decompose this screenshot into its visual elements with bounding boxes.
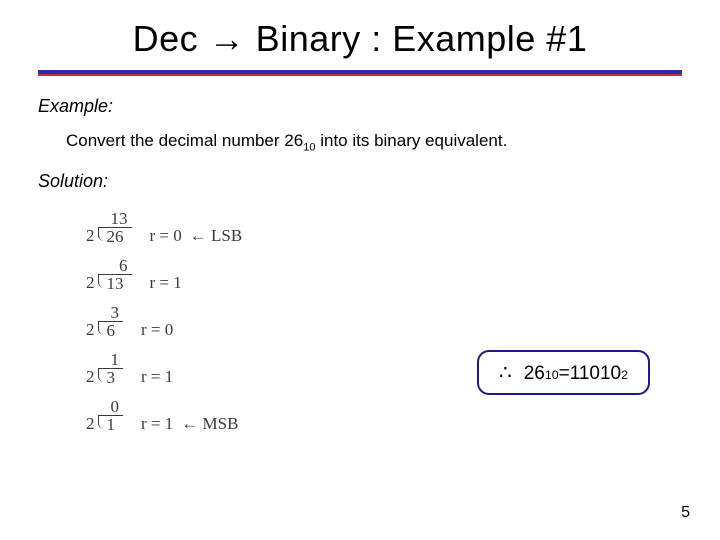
page-title: Dec → Binary : Example #1 xyxy=(38,18,682,60)
answer-box: ∴ 2610 = 110102 xyxy=(477,350,650,395)
quotient: 3 xyxy=(111,304,120,321)
prompt-post: into its binary equivalent. xyxy=(315,131,507,150)
lsb-note: ← LSB xyxy=(190,227,242,244)
title-rule xyxy=(38,70,682,76)
remainder: r = 1 xyxy=(150,274,182,291)
division-box: 3 6 xyxy=(101,322,122,339)
prompt-sub: 10 xyxy=(303,141,315,153)
divisor: 2 xyxy=(86,274,95,291)
remainder: r = 0 xyxy=(150,227,182,244)
solution-label: Solution: xyxy=(38,171,682,192)
division-bar xyxy=(98,415,124,429)
answer-lhs-sub: 10 xyxy=(545,368,559,382)
remainder: r = 1 xyxy=(141,368,173,385)
division-bar xyxy=(98,321,124,335)
remainder: r = 0 xyxy=(141,321,173,338)
quotient: 6 xyxy=(119,257,128,274)
answer-eq: = xyxy=(559,363,570,385)
division-box: 0 1 xyxy=(101,416,122,433)
answer-rhs: 11010 xyxy=(570,363,621,385)
quotient: 1 xyxy=(111,351,120,368)
remainder: r = 1 xyxy=(141,415,173,432)
division-bar xyxy=(98,274,132,288)
divisor: 2 xyxy=(86,227,95,244)
long-division-work: 2 13 26 r = 0 ← LSB 2 6 13 r = 1 2 3 6 xyxy=(86,198,682,433)
division-step: 2 3 6 r = 0 xyxy=(86,292,682,339)
answer-rhs-sub: 2 xyxy=(621,368,628,382)
divisor: 2 xyxy=(86,415,95,432)
division-box: 1 3 xyxy=(101,369,122,386)
division-box: 13 26 xyxy=(101,228,130,245)
division-box: 6 13 xyxy=(101,275,130,292)
division-step: 2 13 26 r = 0 ← LSB xyxy=(86,198,682,245)
division-step: 2 6 13 r = 1 xyxy=(86,245,682,292)
msb-note: ← MSB xyxy=(181,415,238,432)
quotient: 0 xyxy=(111,398,120,415)
answer-lhs: 26 xyxy=(524,363,545,385)
divisor: 2 xyxy=(86,321,95,338)
division-bar xyxy=(98,227,132,241)
division-bar xyxy=(98,368,124,382)
quotient: 13 xyxy=(111,210,128,227)
divisor: 2 xyxy=(86,368,95,385)
therefore-symbol: ∴ xyxy=(499,360,512,385)
prompt-pre: Convert the decimal number 26 xyxy=(66,131,303,150)
example-prompt: Convert the decimal number 2610 into its… xyxy=(66,131,682,153)
example-label: Example: xyxy=(38,96,682,117)
page-number: 5 xyxy=(681,504,690,522)
slide: Dec → Binary : Example #1 Example: Conve… xyxy=(0,0,720,540)
